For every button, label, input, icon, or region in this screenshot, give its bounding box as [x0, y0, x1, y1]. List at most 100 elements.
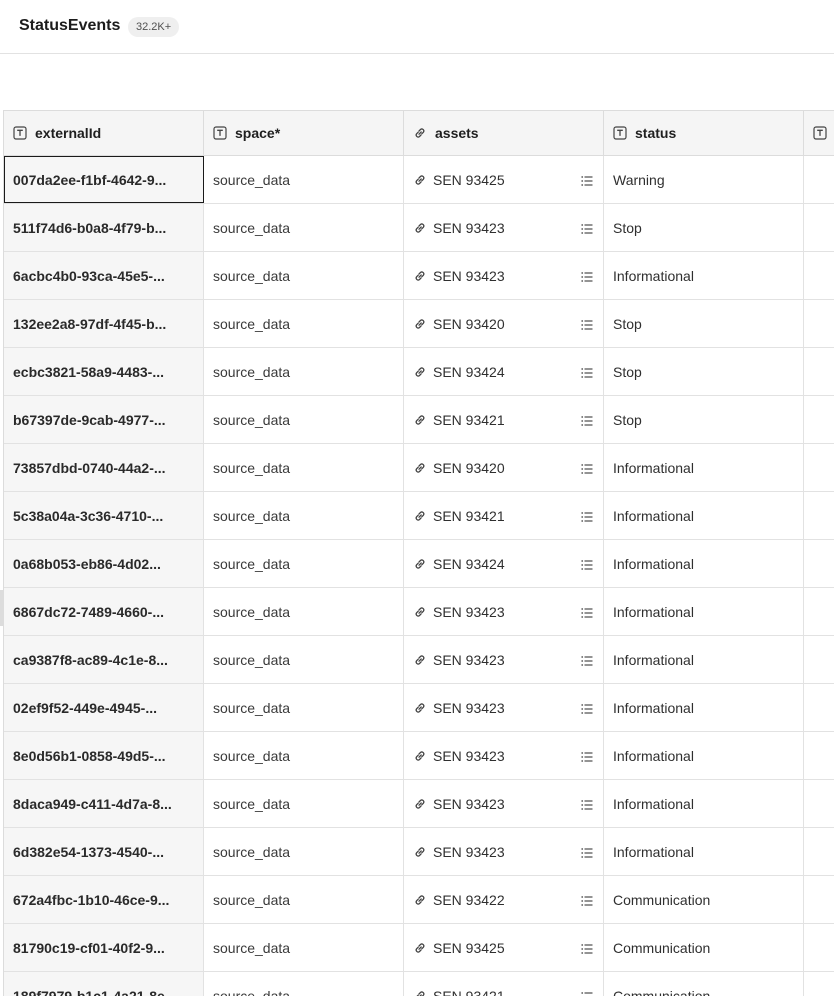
cell-status[interactable]: Informational [604, 252, 804, 299]
cell-space[interactable]: source_data [204, 204, 404, 251]
cell-next-column[interactable] [804, 876, 834, 923]
cell-externalid[interactable]: 6867dc72-7489-4660-... [4, 588, 204, 635]
table-row[interactable]: 8daca949-c411-4d7a-8... source_data SEN 93… [4, 780, 834, 828]
asset-link[interactable]: SEN 93425 [433, 940, 505, 956]
asset-link[interactable]: SEN 93420 [433, 316, 505, 332]
cell-next-column[interactable] [804, 636, 834, 683]
cell-status[interactable]: Informational [604, 588, 804, 635]
asset-link[interactable]: SEN 93421 [433, 412, 505, 428]
asset-link[interactable]: SEN 93424 [433, 556, 505, 572]
cell-next-column[interactable] [804, 780, 834, 827]
cell-next-column[interactable] [804, 300, 834, 347]
cell-space[interactable]: source_data [204, 588, 404, 635]
column-header-next[interactable] [804, 111, 834, 155]
asset-link[interactable]: SEN 93424 [433, 364, 505, 380]
list-icon[interactable] [581, 846, 593, 858]
cell-assets[interactable]: SEN 93423 [404, 636, 604, 683]
cell-next-column[interactable] [804, 348, 834, 395]
table-row[interactable]: 6867dc72-7489-4660-... source_data SEN 934… [4, 588, 834, 636]
list-icon[interactable] [581, 174, 593, 186]
cell-externalid[interactable]: 511f74d6-b0a8-4f79-b... [4, 204, 204, 251]
cell-next-column[interactable] [804, 540, 834, 587]
asset-link[interactable]: SEN 93423 [433, 796, 505, 812]
cell-externalid[interactable]: ecbc3821-58a9-4483-... [4, 348, 204, 395]
list-icon[interactable] [581, 798, 593, 810]
list-icon[interactable] [581, 366, 593, 378]
cell-space[interactable]: source_data [204, 156, 404, 203]
cell-space[interactable]: source_data [204, 540, 404, 587]
table-row[interactable]: 189f7979-b1c1-4a21-8e... source_data SEN 9… [4, 972, 834, 996]
cell-status[interactable]: Stop [604, 300, 804, 347]
column-header-status[interactable]: status [604, 111, 804, 155]
cell-externalid[interactable]: 0a68b053-eb86-4d02... [4, 540, 204, 587]
cell-assets[interactable]: SEN 93425 [404, 924, 604, 971]
cell-externalid[interactable]: 02ef9f52-449e-4945-... [4, 684, 204, 731]
list-icon[interactable] [581, 654, 593, 666]
cell-next-column[interactable] [804, 252, 834, 299]
cell-space[interactable]: source_data [204, 300, 404, 347]
cell-space[interactable]: source_data [204, 684, 404, 731]
list-icon[interactable] [581, 270, 593, 282]
cell-assets[interactable]: SEN 93422 [404, 876, 604, 923]
cell-status[interactable]: Informational [604, 636, 804, 683]
cell-assets[interactable]: SEN 93423 [404, 828, 604, 875]
asset-link[interactable]: SEN 93425 [433, 172, 505, 188]
cell-externalid[interactable]: ca9387f8-ac89-4c1e-8... [4, 636, 204, 683]
table-row[interactable]: 5c38a04a-3c36-4710-... source_data SEN 934… [4, 492, 834, 540]
cell-externalid[interactable]: 132ee2a8-97df-4f45-b... [4, 300, 204, 347]
cell-externalid[interactable]: 6acbc4b0-93ca-45e5-... [4, 252, 204, 299]
cell-next-column[interactable] [804, 828, 834, 875]
table-row[interactable]: 007da2ee-f1bf-4642-9... source_data SEN 93… [4, 156, 834, 204]
cell-space[interactable]: source_data [204, 828, 404, 875]
cell-space[interactable]: source_data [204, 780, 404, 827]
cell-externalid[interactable]: b67397de-9cab-4977-... [4, 396, 204, 443]
table-row[interactable]: 81790c19-cf01-40f2-9... source_data SEN 93… [4, 924, 834, 972]
cell-status[interactable]: Communication [604, 924, 804, 971]
cell-status[interactable]: Informational [604, 828, 804, 875]
table-row[interactable]: ecbc3821-58a9-4483-... source_data SEN 934… [4, 348, 834, 396]
cell-externalid[interactable]: 8daca949-c411-4d7a-8... [4, 780, 204, 827]
list-icon[interactable] [581, 510, 593, 522]
cell-externalid[interactable]: 5c38a04a-3c36-4710-... [4, 492, 204, 539]
column-header-externalid[interactable]: externalId [4, 111, 204, 155]
table-row[interactable]: 02ef9f52-449e-4945-... source_data SEN 934… [4, 684, 834, 732]
cell-next-column[interactable] [804, 732, 834, 779]
list-icon[interactable] [581, 222, 593, 234]
table-row[interactable]: 6d382e54-1373-4540-... source_data SEN 934… [4, 828, 834, 876]
cell-status[interactable]: Informational [604, 492, 804, 539]
cell-assets[interactable]: SEN 93421 [404, 492, 604, 539]
cell-assets[interactable]: SEN 93423 [404, 732, 604, 779]
cell-next-column[interactable] [804, 444, 834, 491]
cell-assets[interactable]: SEN 93420 [404, 300, 604, 347]
list-icon[interactable] [581, 462, 593, 474]
asset-link[interactable]: SEN 93423 [433, 652, 505, 668]
asset-link[interactable]: SEN 93423 [433, 268, 505, 284]
table-row[interactable]: 6acbc4b0-93ca-45e5-... source_data SEN 934… [4, 252, 834, 300]
cell-assets[interactable]: SEN 93423 [404, 780, 604, 827]
cell-assets[interactable]: SEN 93425 [404, 156, 604, 203]
asset-link[interactable]: SEN 93420 [433, 460, 505, 476]
column-header-assets[interactable]: assets [404, 111, 604, 155]
list-icon[interactable] [581, 558, 593, 570]
cell-assets[interactable]: SEN 93423 [404, 204, 604, 251]
cell-assets[interactable]: SEN 93424 [404, 540, 604, 587]
cell-space[interactable]: source_data [204, 348, 404, 395]
list-icon[interactable] [581, 606, 593, 618]
cell-next-column[interactable] [804, 204, 834, 251]
cell-assets[interactable]: SEN 93423 [404, 588, 604, 635]
cell-next-column[interactable] [804, 588, 834, 635]
column-header-space[interactable]: space* [204, 111, 404, 155]
cell-next-column[interactable] [804, 924, 834, 971]
cell-status[interactable]: Stop [604, 204, 804, 251]
cell-assets[interactable]: SEN 93421 [404, 972, 604, 996]
table-row[interactable]: 8e0d56b1-0858-49d5-... source_data SEN 934… [4, 732, 834, 780]
cell-status[interactable]: Informational [604, 780, 804, 827]
cell-space[interactable]: source_data [204, 732, 404, 779]
list-icon[interactable] [581, 942, 593, 954]
cell-externalid[interactable]: 8e0d56b1-0858-49d5-... [4, 732, 204, 779]
cell-status[interactable]: Stop [604, 396, 804, 443]
asset-link[interactable]: SEN 93423 [433, 748, 505, 764]
cell-externalid[interactable]: 6d382e54-1373-4540-... [4, 828, 204, 875]
table-row[interactable]: b67397de-9cab-4977-... source_data SEN 934… [4, 396, 834, 444]
table-row[interactable]: 511f74d6-b0a8-4f79-b... source_data SEN 93… [4, 204, 834, 252]
